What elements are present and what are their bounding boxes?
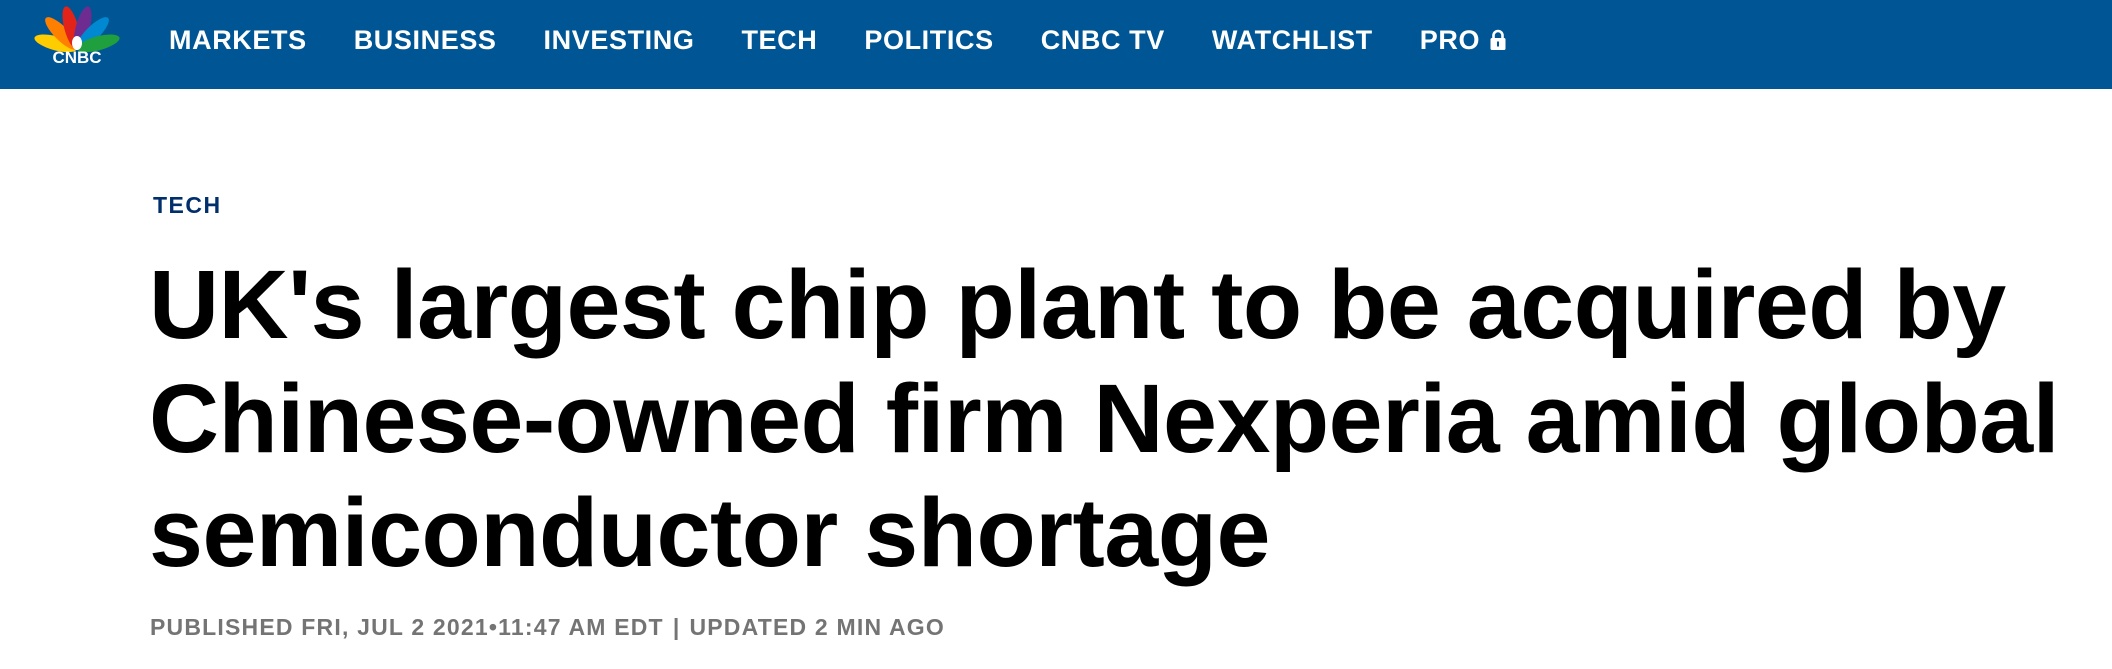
nav-label: BUSINESS	[353, 24, 497, 55]
top-navigation-bar: CNBC MARKETS BUSINESS INVESTING TECH POL…	[0, 0, 2112, 89]
updated-time: UPDATED 2 MIN AGO	[689, 614, 945, 640]
nav-label: POLITICS	[864, 24, 994, 55]
nav-investing[interactable]: INVESTING	[544, 25, 695, 56]
nav-pro[interactable]: PRO	[1420, 25, 1507, 56]
article-headline: UK's largest chip plant to be acquired b…	[149, 250, 2060, 587]
peacock-icon	[34, 6, 120, 52]
nav-label: INVESTING	[543, 24, 695, 55]
nav-label: PRO	[1419, 24, 1481, 55]
timestamp-separator: |	[672, 614, 681, 640]
nav-cnbc-tv[interactable]: CNBC TV	[1041, 25, 1165, 56]
nav-watchlist[interactable]: WATCHLIST	[1212, 25, 1373, 56]
published-time: PUBLISHED FRI, JUL 2 2021•11:47 AM EDT	[150, 614, 664, 640]
nav-business[interactable]: BUSINESS	[354, 25, 497, 56]
nav-label: CNBC TV	[1040, 24, 1165, 55]
nav-label: WATCHLIST	[1211, 24, 1373, 55]
nav-politics[interactable]: POLITICS	[864, 25, 993, 56]
article-timestamp: PUBLISHED FRI, JUL 2 2021•11:47 AM EDT | U…	[150, 614, 945, 641]
nav-markets[interactable]: MARKETS	[169, 25, 307, 56]
nav-label: MARKETS	[169, 24, 307, 55]
nav-label: TECH	[741, 24, 818, 55]
logo-wordmark: CNBC	[52, 48, 102, 67]
article-category-link[interactable]: TECH	[153, 192, 222, 219]
nav-tech[interactable]: TECH	[741, 25, 817, 56]
lock-icon	[1489, 29, 1507, 51]
main-nav: MARKETS BUSINESS INVESTING TECH POLITICS…	[169, 0, 1554, 80]
